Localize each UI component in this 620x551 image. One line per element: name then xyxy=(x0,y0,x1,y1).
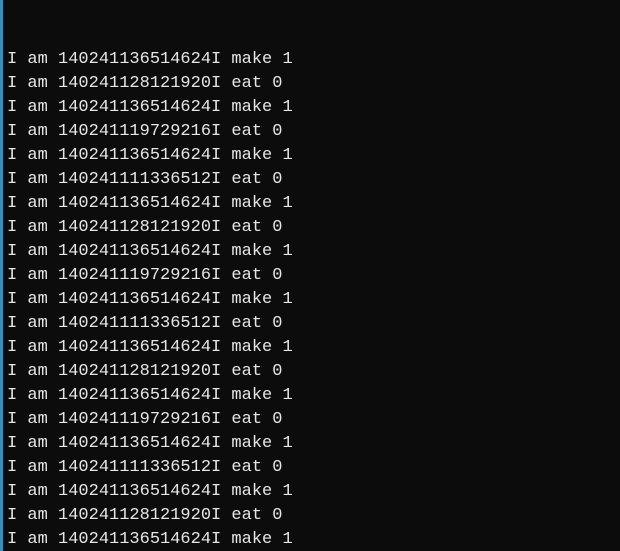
terminal-line: I am 140241136514624I make 1 xyxy=(7,192,616,216)
terminal-line: I am 140241136514624I make 1 xyxy=(7,288,616,312)
terminal-line: I am 140241111336512I eat 0 xyxy=(7,456,616,480)
terminal-line: I am 140241136514624I make 1 xyxy=(7,240,616,264)
terminal-line: I am 140241119729216I eat 0 xyxy=(7,408,616,432)
terminal-line: I am 140241136514624I make 1 xyxy=(7,384,616,408)
terminal-line: I am 140241136514624I make 1 xyxy=(7,96,616,120)
terminal-line: I am 140241119729216I eat 0 xyxy=(7,264,616,288)
terminal-line: I am 140241136514624I make 1 xyxy=(7,528,616,551)
terminal-line: I am 140241128121920I eat 0 xyxy=(7,72,616,96)
terminal-line: I am 140241128121920I eat 0 xyxy=(7,504,616,528)
terminal-line: I am 140241136514624I make 1 xyxy=(7,48,616,72)
terminal-output: I am 140241136514624I make 1I am 1402411… xyxy=(7,48,616,551)
terminal-window[interactable]: I am 140241136514624I make 1I am 1402411… xyxy=(0,0,620,551)
terminal-line: I am 140241111336512I eat 0 xyxy=(7,168,616,192)
terminal-line: I am 140241136514624I make 1 xyxy=(7,336,616,360)
terminal-line: I am 140241119729216I eat 0 xyxy=(7,120,616,144)
terminal-line: I am 140241111336512I eat 0 xyxy=(7,312,616,336)
terminal-line: I am 140241128121920I eat 0 xyxy=(7,216,616,240)
terminal-line: I am 140241128121920I eat 0 xyxy=(7,360,616,384)
terminal-line: I am 140241136514624I make 1 xyxy=(7,432,616,456)
terminal-line: I am 140241136514624I make 1 xyxy=(7,144,616,168)
terminal-line: I am 140241136514624I make 1 xyxy=(7,480,616,504)
